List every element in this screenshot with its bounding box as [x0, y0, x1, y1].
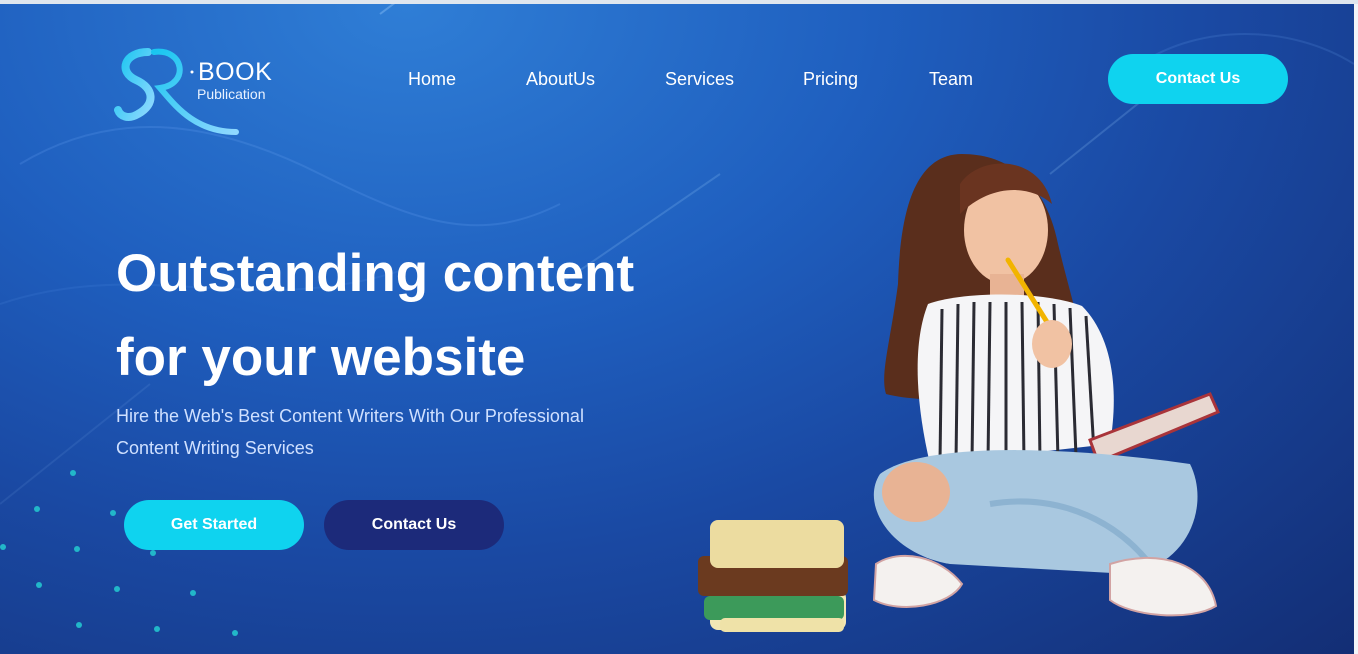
- nav-item-team[interactable]: Team: [929, 69, 973, 90]
- brand-name: BOOK: [198, 58, 273, 86]
- nav-item-pricing[interactable]: Pricing: [803, 69, 858, 90]
- hero-subtext: Hire the Web's Best Content Writers With…: [116, 400, 616, 464]
- woman-reading-illustration: [698, 154, 1220, 632]
- subtext-line-1: Hire the Web's Best Content Writers With…: [116, 406, 584, 426]
- hero-headline: Outstanding content for your website: [116, 232, 676, 400]
- hero-contact-button[interactable]: Contact Us: [324, 500, 504, 550]
- headline-line-1: Outstanding content: [116, 244, 635, 303]
- nav-item-home[interactable]: Home: [408, 69, 456, 90]
- hero-section: BOOK Publication Home AboutUs Services P…: [0, 4, 1354, 654]
- brand-tagline: Publication: [197, 86, 266, 102]
- book-stack-icon: [698, 520, 848, 632]
- subtext-line-2: Content Writing Services: [116, 438, 314, 458]
- headline-line-2: for your website: [116, 328, 526, 387]
- nav-item-aboutus[interactable]: AboutUs: [526, 69, 595, 90]
- nav-item-services[interactable]: Services: [665, 69, 734, 90]
- nav-contact-button[interactable]: Contact Us: [1108, 54, 1288, 104]
- get-started-button[interactable]: Get Started: [124, 500, 304, 550]
- scrollbar-track[interactable]: [1354, 4, 1358, 654]
- brand-logo[interactable]: BOOK Publication: [114, 44, 294, 140]
